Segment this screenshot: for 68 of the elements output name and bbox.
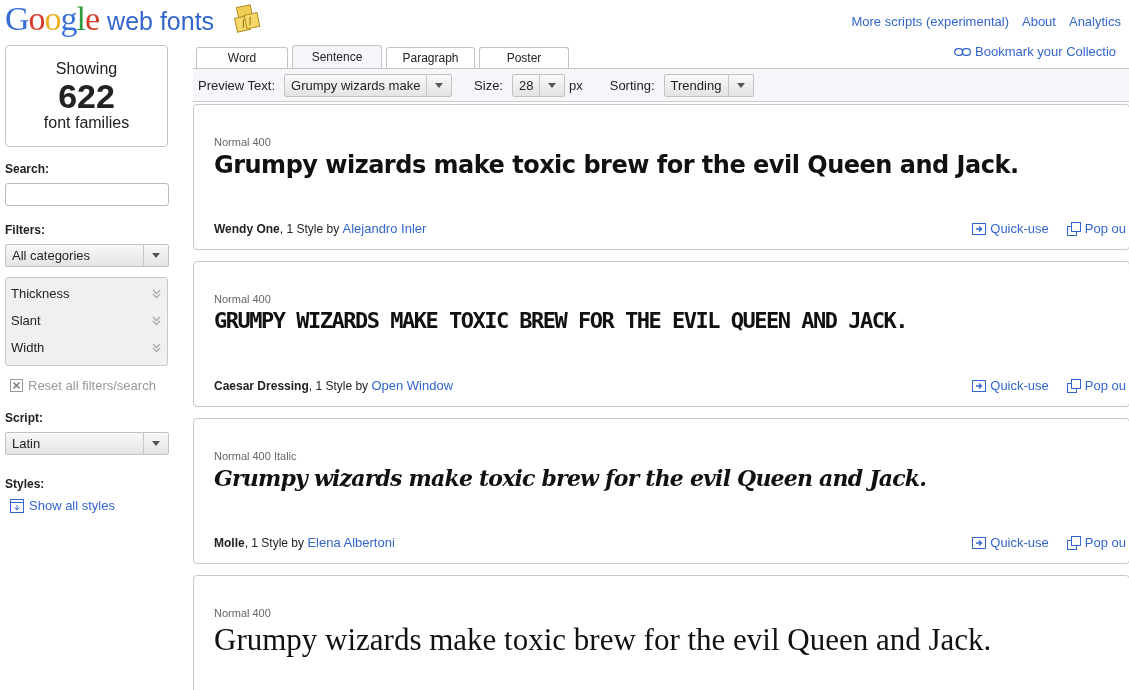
quick-use-icon xyxy=(972,536,987,549)
preview-tab[interactable]: Sentence xyxy=(292,45,382,68)
caret-icon xyxy=(548,82,556,88)
filters-label: Filters: xyxy=(5,223,46,237)
logo-wordmark[interactable]: Google xyxy=(5,0,100,38)
preview-tab[interactable]: Word xyxy=(196,47,288,68)
font-preview-text: Grumpy wizards make toxic brew for the evil Queen and Jack. xyxy=(214,151,1020,181)
style-label: Normal 400 xyxy=(214,607,272,619)
size-label: Size: xyxy=(474,77,503,93)
size-unit: px xyxy=(569,77,583,93)
pop-out-icon xyxy=(1066,535,1081,550)
link-icon xyxy=(954,47,972,56)
count-unit: font families xyxy=(43,114,130,132)
caret-icon xyxy=(736,82,745,88)
author-link[interactable]: Elena Albertoni xyxy=(307,535,395,550)
font-byline: Wendy One, 1 Style by Alejandro Inler xyxy=(214,221,427,236)
style-label: Normal 400 xyxy=(214,136,272,148)
size-select[interactable]: 28 xyxy=(512,73,565,97)
script-label: Script: xyxy=(5,411,44,425)
sorting-select[interactable]: Trending xyxy=(663,73,754,97)
font-preview-text: Grumpy wizards make toxic brew for the evil Queen and Jack. xyxy=(214,622,993,659)
font-preview-text: Grumpy wizards make toxic brew for the evil Queen and Jack. xyxy=(214,465,928,493)
font-byline: Molle, 1 Style by Elena Albertoni xyxy=(214,535,395,550)
caret-icon xyxy=(152,441,160,446)
pop-out-link[interactable]: Pop ou xyxy=(1084,535,1126,550)
filter-row[interactable]: Width xyxy=(6,334,167,361)
search-label: Search: xyxy=(5,162,51,176)
preview-tab[interactable]: Poster xyxy=(479,47,569,68)
font-byline: Caesar Dressing, 1 Style by Open Window xyxy=(214,378,454,393)
pop-out-icon xyxy=(1066,221,1081,236)
author-link[interactable]: Open Window xyxy=(371,378,454,393)
pop-out-icon xyxy=(1066,378,1081,393)
pop-out-link[interactable]: Pop ou xyxy=(1084,378,1126,393)
styles-label: Styles: xyxy=(5,477,46,491)
style-label: Normal 400 Italic xyxy=(214,450,298,462)
sorting-label: Sorting: xyxy=(609,77,655,93)
preview-text-select[interactable]: Grumpy wizards make xyxy=(284,73,453,97)
filter-row[interactable]: Slant xyxy=(6,307,167,334)
font-preview-text: GRUMPY WIZARDS MAKE TOXIC BREW FOR THE EVIL QUEEN AND JACK. xyxy=(214,308,908,335)
double-chevron-icon xyxy=(152,342,161,353)
bookmark-collection-link[interactable]: Bookmark your Collectio xyxy=(975,44,1116,59)
show-all-styles-link[interactable]: Show all styles xyxy=(10,498,168,513)
caret-icon xyxy=(152,253,160,258)
category-select[interactable]: All categories xyxy=(5,244,169,267)
preview-text-label: Preview Text: xyxy=(198,77,276,93)
style-label: Normal 400 xyxy=(214,293,272,305)
quick-use-link[interactable]: Quick-use xyxy=(990,221,1049,236)
nav-link[interactable]: About xyxy=(1022,13,1056,29)
quick-use-icon xyxy=(972,379,987,392)
close-icon xyxy=(10,379,23,392)
double-chevron-icon xyxy=(152,315,161,326)
caret-icon xyxy=(435,82,444,88)
nav-link[interactable]: Analytics xyxy=(1068,13,1121,29)
quick-use-link[interactable]: Quick-use xyxy=(990,378,1049,393)
filter-row[interactable]: Thickness xyxy=(6,280,167,307)
font-count: 622 xyxy=(58,78,115,114)
count-label: Showing xyxy=(55,60,118,78)
search-field[interactable] xyxy=(5,183,169,206)
double-chevron-icon xyxy=(152,288,161,299)
logo-product-name: web fonts xyxy=(107,7,215,36)
expand-icon xyxy=(10,498,24,513)
pop-out-link[interactable]: Pop ou xyxy=(1084,221,1126,236)
preview-tab[interactable]: Paragraph xyxy=(386,47,475,68)
quick-use-link[interactable]: Quick-use xyxy=(990,535,1049,550)
quick-use-icon xyxy=(972,222,987,235)
nav-link[interactable]: More scripts (experimental) xyxy=(851,13,1009,29)
author-link[interactable]: Alejandro Inler xyxy=(342,221,427,236)
script-select[interactable]: Latin xyxy=(5,432,169,455)
